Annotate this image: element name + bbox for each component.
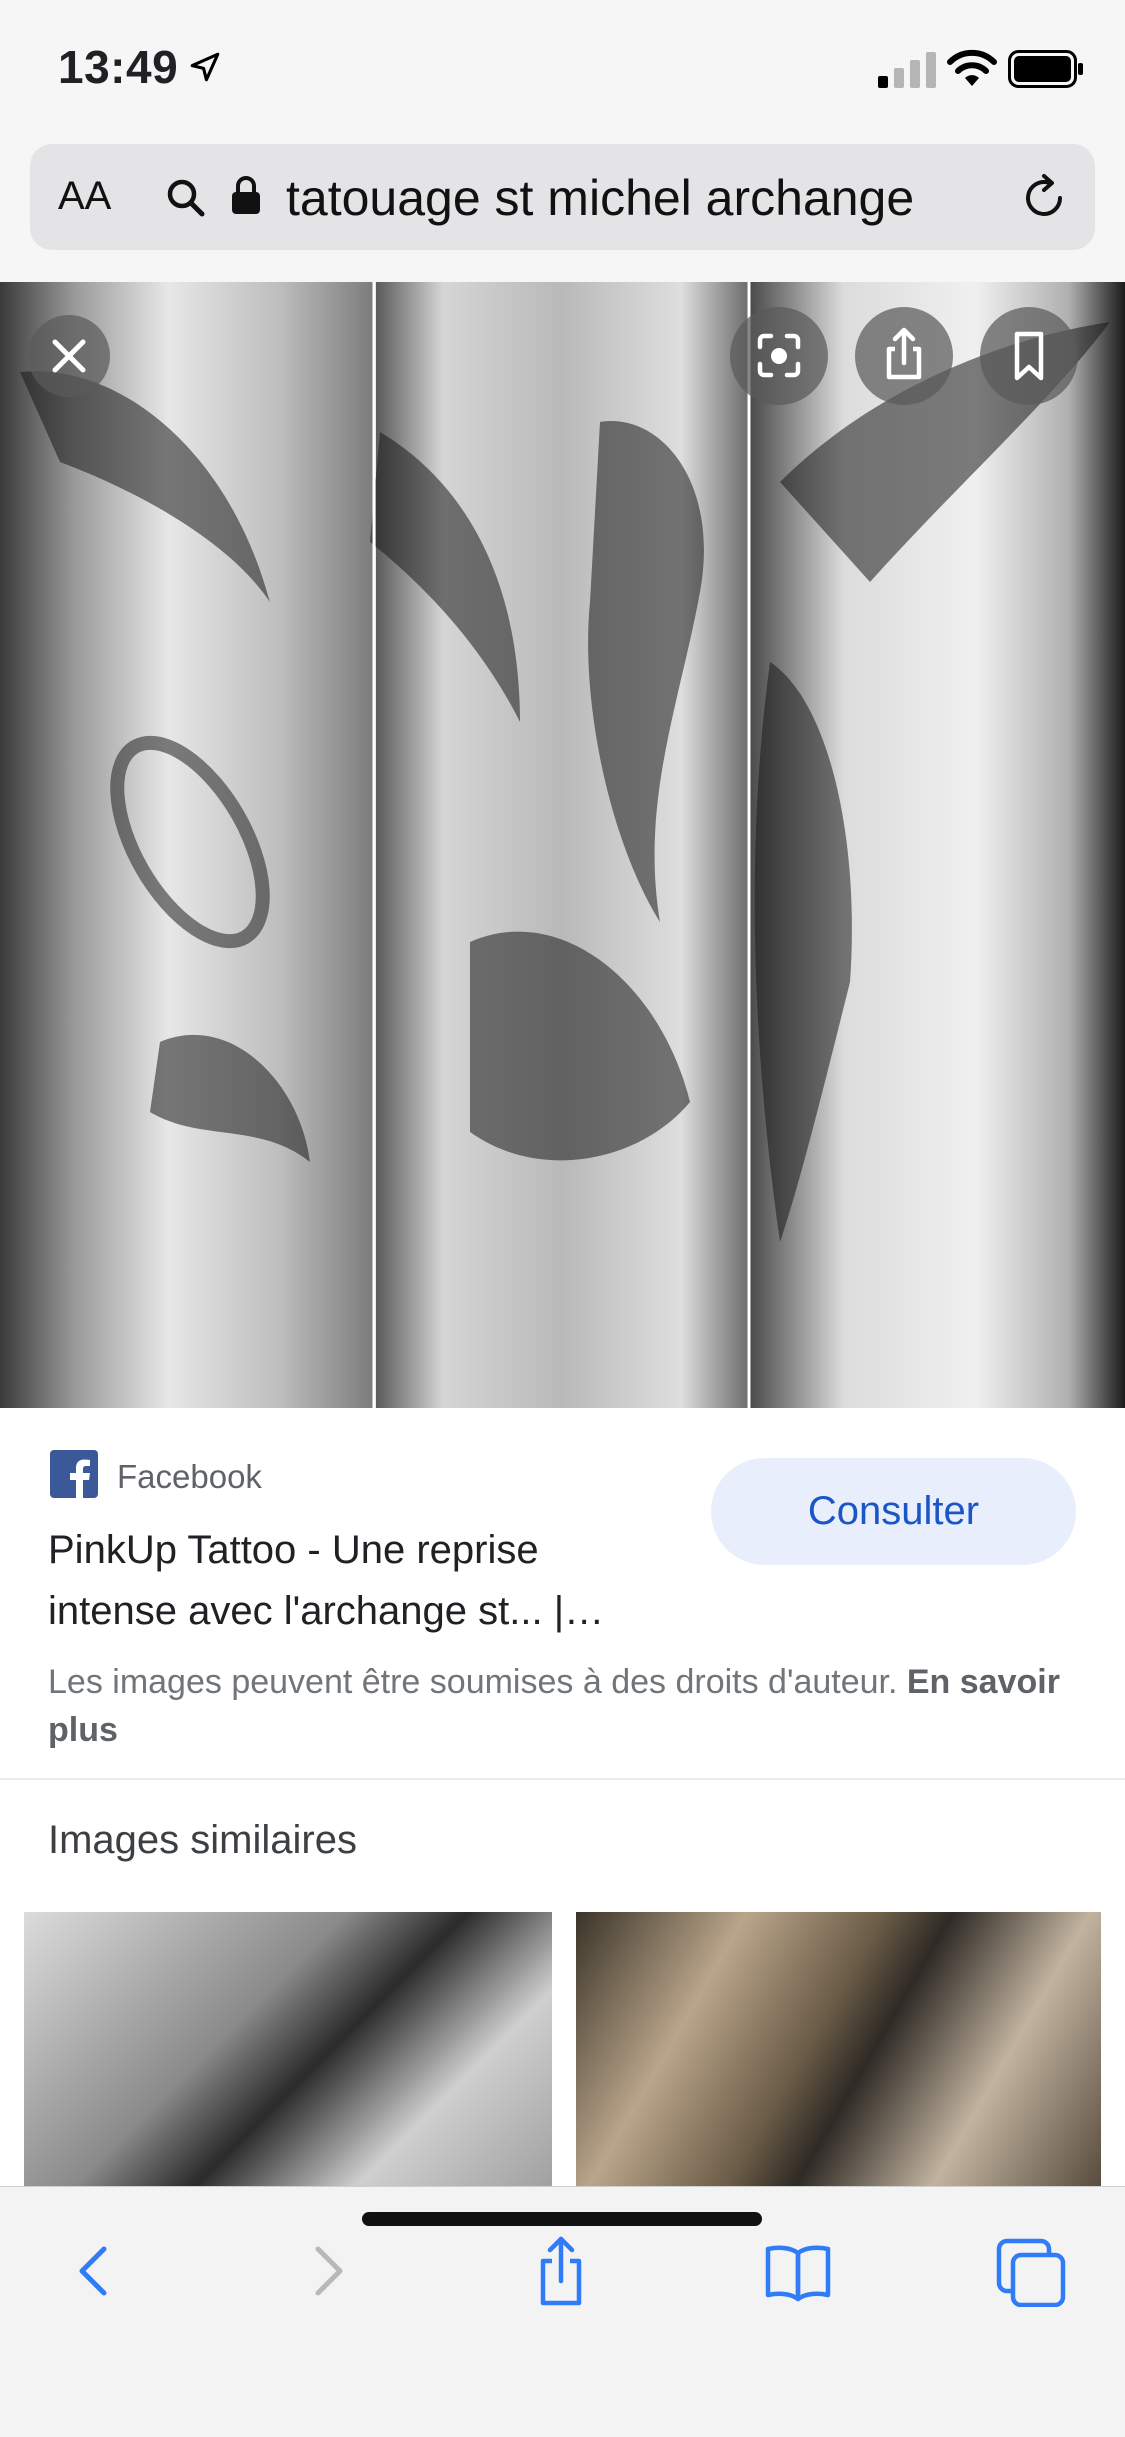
similar-images-heading: Images similaires xyxy=(48,1818,357,1862)
tattoo-artwork xyxy=(20,282,1110,1408)
battery-icon xyxy=(1008,50,1083,88)
tabs-icon[interactable] xyxy=(995,2235,1067,2307)
share-icon[interactable] xyxy=(525,2235,597,2307)
search-icon xyxy=(167,179,205,217)
similar-image-thumbnail[interactable] xyxy=(24,1912,552,2192)
bookmarks-icon[interactable] xyxy=(762,2235,834,2307)
share-icon xyxy=(886,327,922,380)
close-icon xyxy=(52,339,86,373)
lens-search-button[interactable] xyxy=(730,307,828,405)
location-arrow-icon xyxy=(190,52,220,82)
section-divider xyxy=(0,1778,1125,1780)
consult-button[interactable]: Consulter xyxy=(711,1458,1076,1565)
reload-icon[interactable] xyxy=(1018,172,1070,224)
similar-image-thumbnail[interactable] xyxy=(576,1912,1101,2192)
copyright-notice: Les images peuvent être soumises à des d… xyxy=(48,1658,1078,1754)
facebook-icon xyxy=(50,1450,98,1498)
close-button[interactable] xyxy=(28,315,110,397)
cellular-signal-icon xyxy=(878,52,936,88)
result-source[interactable]: Facebook xyxy=(117,1458,262,1496)
status-bar: 13:49 xyxy=(0,0,1125,140)
address-bar-container: AA tatouage st michel archange xyxy=(0,140,1125,283)
lens-search-icon xyxy=(757,333,801,378)
wifi-icon xyxy=(947,49,997,86)
address-bar[interactable]: AA tatouage st michel archange xyxy=(30,144,1095,250)
share-button[interactable] xyxy=(855,307,953,405)
text-size-button[interactable]: AA xyxy=(58,174,111,219)
bookmark-button[interactable] xyxy=(980,307,1078,405)
url-text[interactable]: tatouage st michel archange xyxy=(286,169,914,227)
forward-icon[interactable] xyxy=(290,2235,362,2307)
copyright-text: Les images peuvent être soumises à des d… xyxy=(48,1663,898,1701)
back-icon[interactable] xyxy=(60,2235,132,2307)
bookmark-icon xyxy=(1014,331,1044,381)
result-title[interactable]: PinkUp Tattoo - Une reprise intense avec… xyxy=(48,1520,658,1642)
home-indicator[interactable] xyxy=(362,2212,762,2226)
lock-icon xyxy=(232,176,260,214)
image-viewer[interactable] xyxy=(0,282,1125,1408)
status-time: 13:49 xyxy=(58,41,179,93)
